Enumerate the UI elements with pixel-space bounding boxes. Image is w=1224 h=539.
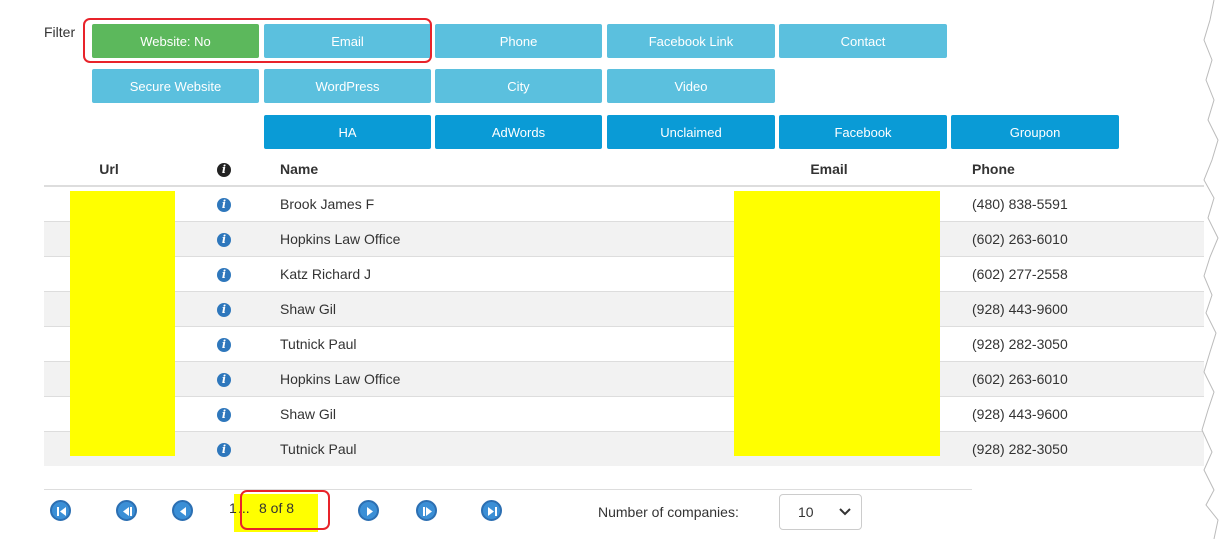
previous-page-icon[interactable] [172, 500, 193, 521]
phone-number: (928) 443-9600 [964, 395, 1204, 431]
info-icon[interactable]: i [217, 233, 231, 247]
next-page-icon[interactable] [358, 500, 379, 521]
last-page-icon[interactable] [481, 500, 502, 521]
table-row: i Brook James F (480) 838-5591 [44, 185, 1204, 221]
company-name: Shaw Gil [274, 290, 694, 326]
filter-facebook-link-button[interactable]: Facebook Link [607, 24, 775, 58]
filter-phone-button[interactable]: Phone [435, 24, 602, 58]
table-row: i Tutnick Paul (928) 282-3050 [44, 430, 1204, 466]
filter-wordpress-button[interactable]: WordPress [264, 69, 431, 103]
number-of-companies-label: Number of companies: [598, 504, 739, 520]
page-status: 8 of 8 [259, 500, 295, 516]
filter-facebook-button[interactable]: Facebook [779, 115, 947, 149]
url-redaction-highlight [70, 191, 175, 456]
page-first-number[interactable]: 1 [229, 500, 237, 516]
phone-number: (602) 277-2558 [964, 255, 1204, 291]
column-header-email[interactable]: Email [694, 152, 964, 187]
filter-unclaimed-button[interactable]: Unclaimed [607, 115, 775, 149]
phone-number: (480) 838-5591 [964, 185, 1204, 221]
filter-city-button[interactable]: City [435, 69, 602, 103]
info-icon[interactable]: i [217, 198, 231, 213]
table-row: i Hopkins Law Office (602) 263-6010 [44, 220, 1204, 256]
pager-divider [44, 489, 972, 490]
company-name: Katz Richard J [274, 255, 694, 291]
torn-edge-decoration [1201, 0, 1224, 539]
table-header-row: Url i Name Email Phone [44, 152, 1204, 187]
phone-number: (928) 282-3050 [964, 430, 1204, 466]
filter-contact-button[interactable]: Contact [779, 24, 947, 58]
info-icon[interactable]: i [217, 373, 231, 387]
phone-number: (928) 443-9600 [964, 290, 1204, 326]
previous-block-icon[interactable] [116, 500, 137, 521]
info-icon[interactable]: i [217, 268, 231, 282]
company-name: Brook James F [274, 185, 694, 221]
phone-number: (602) 263-6010 [964, 360, 1204, 396]
company-name: Hopkins Law Office [274, 360, 694, 396]
filter-groupon-button[interactable]: Groupon [951, 115, 1119, 149]
company-name: Shaw Gil [274, 395, 694, 431]
first-page-icon[interactable] [50, 500, 71, 521]
company-table: Url i Name Email Phone i Brook James F (… [44, 152, 1204, 466]
table-row: i Shaw Gil (928) 443-9600 [44, 290, 1204, 326]
filter-website-no-button[interactable]: Website: No [92, 24, 259, 58]
column-header-info: i [174, 152, 274, 187]
info-icon[interactable]: i [217, 443, 231, 458]
column-header-name[interactable]: Name [274, 152, 694, 187]
table-row: i Hopkins Law Office (602) 263-6010 [44, 360, 1204, 396]
table-row: i Tutnick Paul (928) 282-3050 [44, 325, 1204, 361]
table-row: i Katz Richard J (602) 277-2558 [44, 255, 1204, 291]
info-icon[interactable]: i [217, 303, 231, 317]
filter-label: Filter [44, 24, 76, 40]
company-name: Tutnick Paul [274, 430, 694, 466]
company-name: Tutnick Paul [274, 325, 694, 361]
phone-number: (602) 263-6010 [964, 220, 1204, 256]
table-row: i Shaw Gil (928) 443-9600 [44, 395, 1204, 431]
column-header-url[interactable]: Url [44, 152, 174, 187]
filter-video-button[interactable]: Video [607, 69, 775, 103]
column-header-phone[interactable]: Phone [964, 152, 1204, 187]
company-name: Hopkins Law Office [274, 220, 694, 256]
filter-email-button[interactable]: Email [264, 24, 431, 58]
page-ellipsis: ... [238, 500, 250, 516]
number-of-companies-value: 10 [798, 504, 814, 520]
info-icon[interactable]: i [217, 408, 231, 422]
info-icon[interactable]: i [217, 338, 231, 352]
next-block-icon[interactable] [416, 500, 437, 521]
phone-number: (928) 282-3050 [964, 325, 1204, 361]
filter-secure-website-button[interactable]: Secure Website [92, 69, 259, 103]
company-list-page: Filter Website: No Email Phone Facebook … [0, 0, 1224, 539]
filter-ha-button[interactable]: HA [264, 115, 431, 149]
email-redaction-highlight [734, 191, 940, 456]
filter-adwords-button[interactable]: AdWords [435, 115, 602, 149]
chevron-down-icon [839, 508, 851, 516]
info-icon: i [217, 163, 231, 177]
number-of-companies-select[interactable]: 10 [779, 494, 862, 530]
